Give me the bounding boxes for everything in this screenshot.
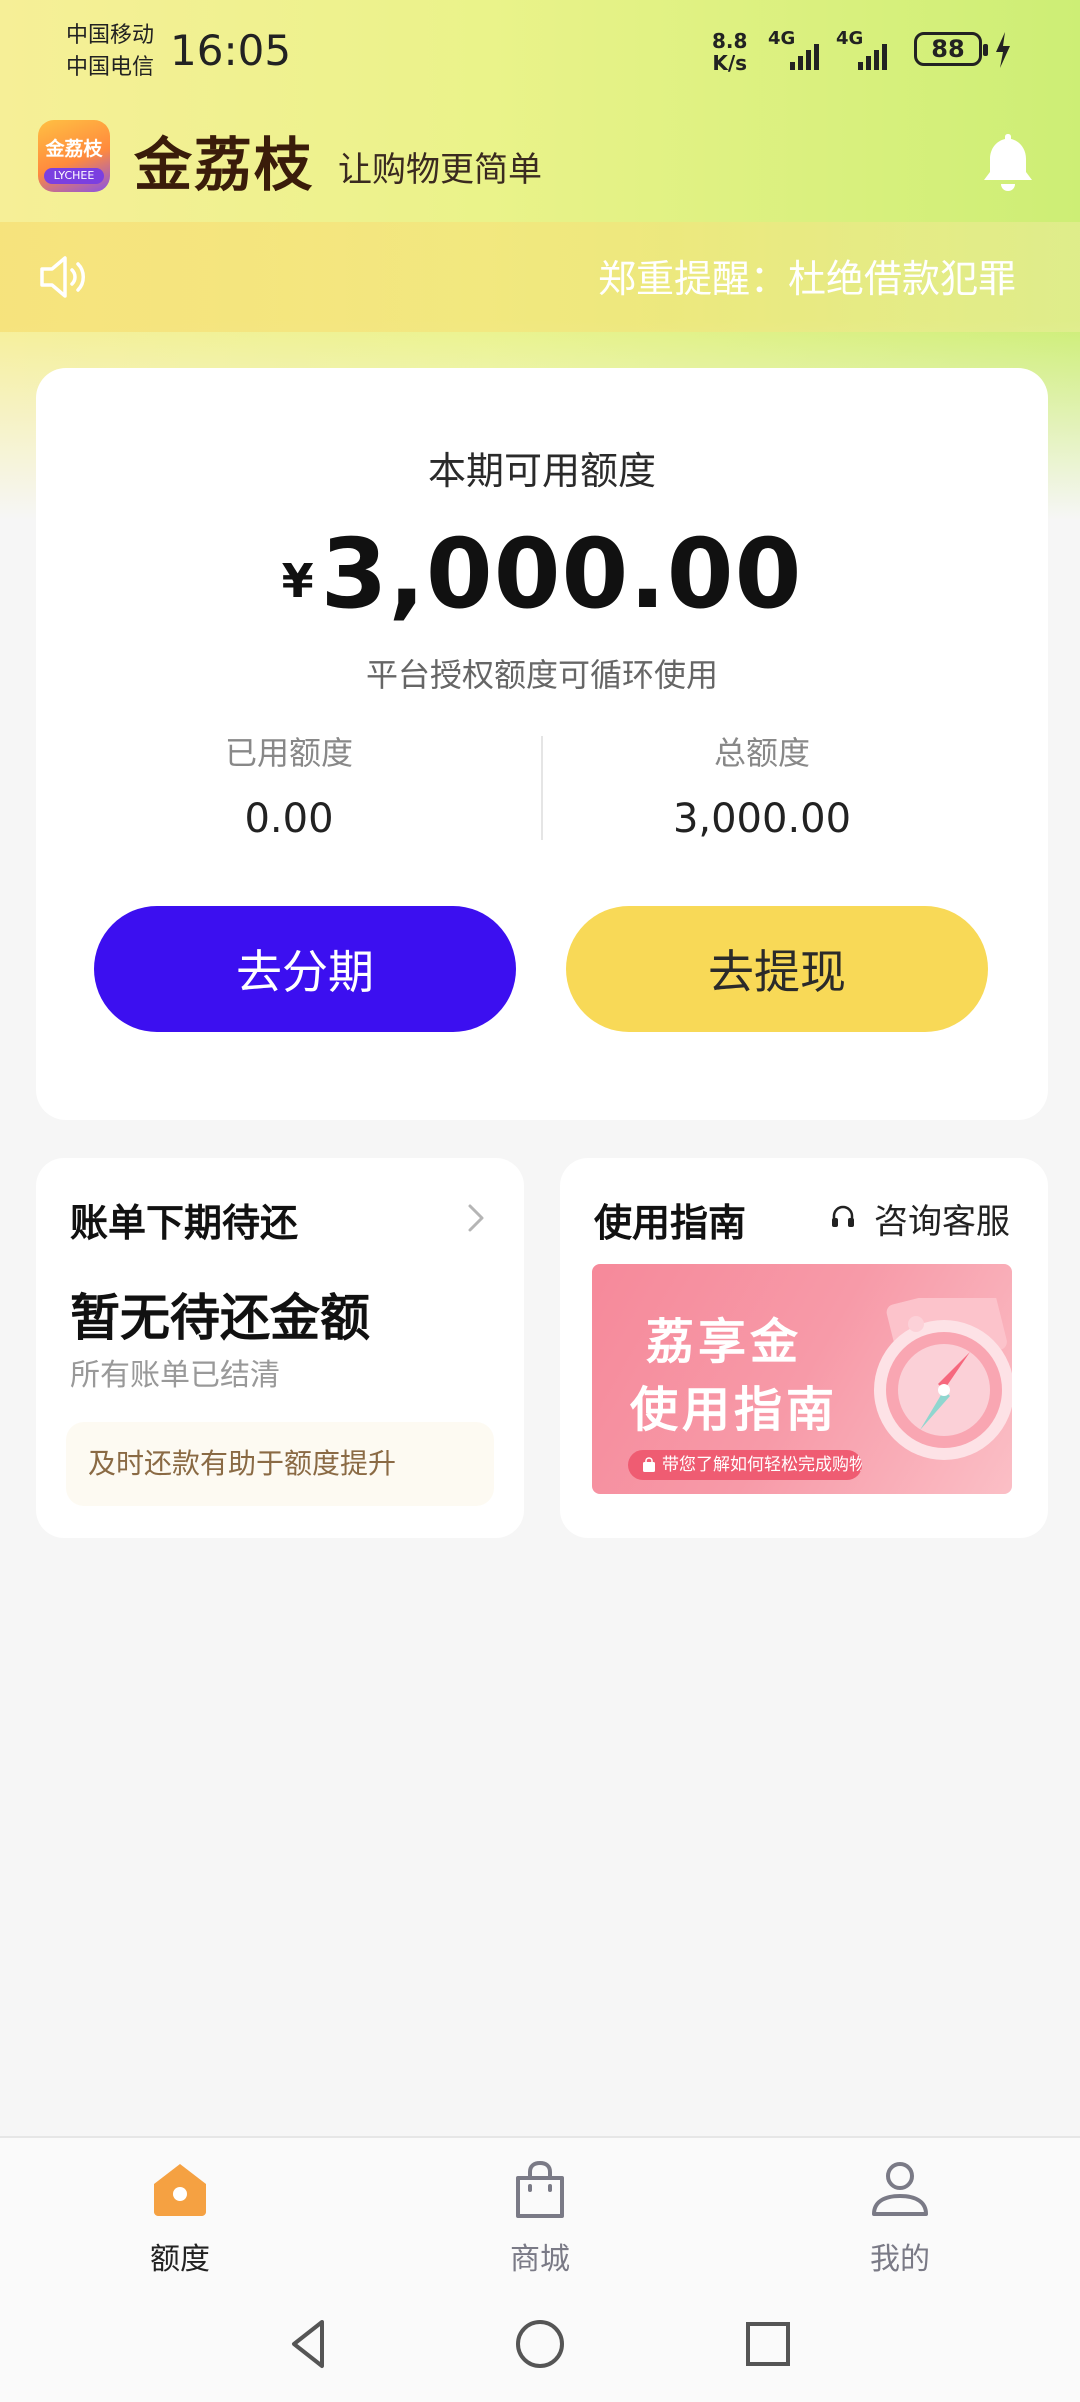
guide-banner-pill: 带您了解如何轻松完成购物 — [628, 1450, 862, 1480]
speaker-icon — [40, 256, 85, 298]
bill-tip: 及时还款有助于额度提升 — [66, 1422, 494, 1506]
quota-subtitle: 平台授权额度可循环使用 — [365, 656, 718, 694]
user-icon — [872, 2162, 928, 2216]
guide-banner[interactable]: 荔享金 使用指南 带您了解如何轻松完成购物 — [592, 1264, 1012, 1494]
carrier-1: 中国移动 — [66, 23, 155, 48]
clock: 16:05 — [170, 26, 292, 75]
charging-icon — [996, 32, 1010, 68]
bill-card[interactable]: 账单下期待还 暂无待还金额 所有账单已结清 及时还款有助于额度提升 — [36, 1158, 524, 1538]
guide-banner-title-1: 荔享金 — [646, 1314, 803, 1370]
app-slogan: 让购物更简单 — [338, 150, 542, 190]
network-speed: 8.8 K/s — [712, 30, 747, 74]
used-quota-value: 0.00 — [244, 796, 334, 842]
network-speed-value: 8.8 — [712, 29, 748, 53]
tab-mine-label: 我的 — [870, 2242, 930, 2277]
notice-bar[interactable]: 郑重提醒：杜绝借款犯罪 — [0, 222, 1080, 332]
notice-text: 郑重提醒：杜绝借款犯罪 — [598, 257, 1017, 301]
app-logo: 金荔枝 LYCHEE — [38, 120, 110, 192]
bill-title: 账单下期待还 — [70, 1201, 299, 1245]
tab-quota[interactable]: 额度 — [80, 2158, 280, 2278]
quota-amount: ¥3,000.00 — [36, 518, 1048, 630]
guide-card: 使用指南 咨询客服 荔享金 使用指南 带您了解如何轻松完成购物 — [560, 1158, 1048, 1538]
battery-level: 88 — [931, 35, 965, 63]
sim1-signal-icon: 4G — [768, 28, 832, 72]
recent-apps-icon[interactable] — [738, 2314, 798, 2374]
bag-icon — [643, 1457, 655, 1472]
battery-icon: 88 — [914, 32, 988, 66]
total-quota-label: 总额度 — [713, 734, 810, 772]
used-quota-label: 已用额度 — [224, 734, 353, 772]
headset-icon[interactable] — [830, 1204, 856, 1230]
chevron-right-icon[interactable] — [464, 1200, 488, 1236]
customer-service-link[interactable]: 咨询客服 — [874, 1194, 1010, 1243]
status-bar: 中国移动 中国电信 16:05 8.8 K/s 4G 4G 88 — [0, 0, 1080, 110]
compass-icon — [874, 1298, 1012, 1460]
bell-icon[interactable] — [980, 130, 1036, 194]
bill-subtext: 所有账单已结清 — [70, 1358, 280, 1393]
back-icon[interactable] — [280, 2314, 340, 2374]
carrier-info: 中国移动 中国电信 — [66, 20, 154, 84]
bill-status: 暂无待还金额 — [70, 1289, 370, 1347]
home-circle-icon[interactable] — [510, 2314, 570, 2374]
currency-symbol: ¥ — [281, 554, 315, 608]
withdraw-button[interactable]: 去提现 — [566, 906, 988, 1032]
tab-quota-label: 额度 — [150, 2242, 210, 2277]
logo-subtext: LYCHEE — [44, 168, 104, 184]
quota-card: 本期可用额度 ¥3,000.00 平台授权额度可循环使用 已用额度 0.00 总… — [36, 368, 1048, 1120]
carrier-2: 中国电信 — [66, 55, 155, 80]
total-quota-value: 3,000.00 — [672, 796, 852, 842]
tab-mine[interactable]: 我的 — [800, 2158, 1000, 2278]
network-speed-unit: K/s — [712, 51, 748, 75]
tab-mall[interactable]: 商城 — [440, 2158, 640, 2278]
app-name: 金荔枝 — [134, 131, 315, 199]
used-quota: 已用额度 0.00 — [36, 728, 542, 842]
sim2-signal-icon: 4G — [836, 28, 900, 72]
guide-title: 使用指南 — [594, 1201, 747, 1245]
home-icon — [154, 2164, 206, 2216]
total-quota: 总额度 3,000.00 — [509, 728, 1015, 842]
shopping-bag-icon — [516, 2160, 564, 2218]
quota-title: 本期可用额度 — [427, 449, 656, 493]
quota-stats: 已用额度 0.00 总额度 3,000.00 — [36, 728, 1048, 842]
tab-mall-label: 商城 — [510, 2242, 570, 2277]
system-navigation-bar — [0, 2308, 1080, 2388]
installment-button[interactable]: 去分期 — [94, 906, 516, 1032]
guide-banner-title-2: 使用指南 — [630, 1382, 839, 1438]
available-amount: 3,000.00 — [320, 518, 803, 630]
bottom-navigation: 额度 商城 我的 — [0, 2136, 1080, 2402]
logo-text: 金荔枝 — [45, 138, 103, 160]
